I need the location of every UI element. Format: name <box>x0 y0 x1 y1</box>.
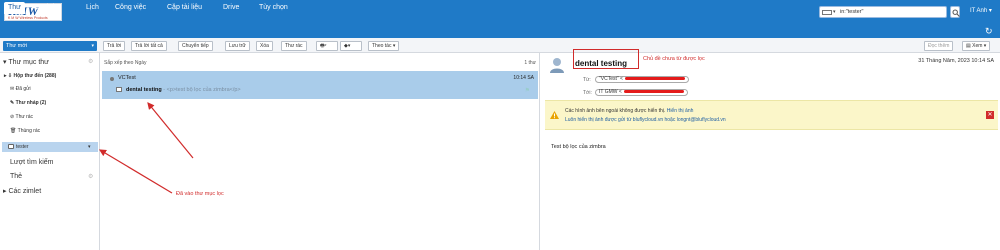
arrow-to-message <box>147 102 194 159</box>
annotation-arrows <box>98 102 194 194</box>
arrow-to-folder <box>98 149 173 194</box>
